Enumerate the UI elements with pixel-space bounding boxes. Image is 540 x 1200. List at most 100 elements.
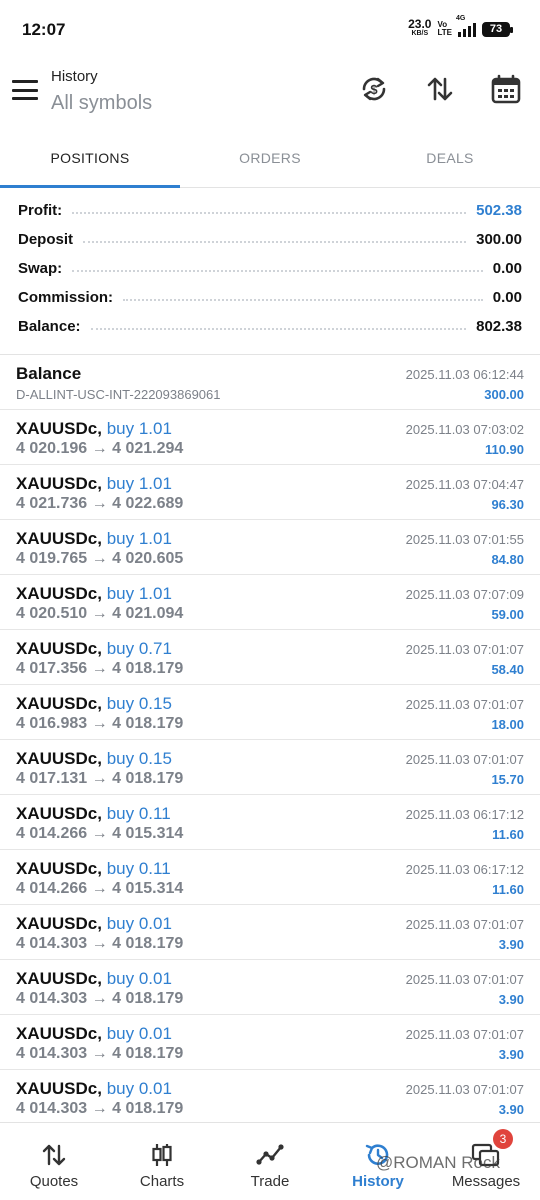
arrow-icon: → — [91, 550, 108, 567]
arrow-icon: → — [91, 605, 108, 622]
trade-side-volume: buy 0.01 — [106, 1024, 172, 1043]
position-row[interactable]: XAUUSDc, buy 0.15 4 016.983 → 4 018.179 20… — [0, 685, 540, 740]
close-price: 4 018.179 — [112, 935, 184, 952]
row-profit: 15.70 — [491, 772, 524, 787]
open-price: 4 021.736 — [16, 495, 88, 512]
trade-side-volume: buy 0.15 — [106, 749, 172, 768]
trade-side-volume: buy 1.01 — [106, 529, 172, 548]
close-price: 4 022.689 — [112, 495, 184, 512]
trade-side-volume: buy 1.01 — [106, 584, 172, 603]
summary-panel: Profit: 502.38 Deposit 300.00 Swap: 0.00… — [18, 196, 522, 341]
sort-icon[interactable] — [423, 72, 457, 106]
row-symbol: XAUUSDc, buy 0.01 — [16, 914, 172, 934]
close-price: 4 021.294 — [112, 440, 184, 457]
position-row[interactable]: XAUUSDc, buy 1.01 4 021.736 → 4 022.689 20… — [0, 465, 540, 520]
position-row[interactable]: XAUUSDc, buy 0.01 4 014.303 → 4 018.179 20… — [0, 1015, 540, 1070]
nav-quotes[interactable]: Quotes — [0, 1123, 108, 1200]
hamburger-menu-icon[interactable] — [12, 78, 38, 102]
nav-label: Messages — [451, 1173, 521, 1190]
summary-label: Balance: — [18, 318, 81, 335]
tab-positions[interactable]: POSITIONS — [0, 134, 180, 188]
network-speed-value: 23.0 — [408, 17, 432, 31]
row-time: 2025.11.03 06:12:44 — [405, 367, 524, 382]
tab-orders[interactable]: ORDERS — [180, 134, 360, 187]
open-price: 4 014.303 — [16, 1100, 88, 1117]
position-row[interactable]: XAUUSDc, buy 1.01 4 020.510 → 4 021.094 20… — [0, 575, 540, 630]
symbol-name: XAUUSDc, — [16, 859, 102, 878]
nav-trade[interactable]: Trade — [216, 1123, 324, 1200]
summary-value: 802.38 — [476, 318, 522, 335]
symbol-name: XAUUSDc, — [16, 639, 102, 658]
row-symbol: XAUUSDc, buy 0.15 — [16, 694, 172, 714]
row-time: 2025.11.03 07:01:07 — [405, 917, 524, 932]
summary-row-swap: Swap: 0.00 — [18, 254, 522, 283]
nav-label: Quotes — [29, 1173, 79, 1190]
position-rows: XAUUSDc, buy 1.01 4 020.196 → 4 021.294 20… — [0, 410, 540, 1125]
symbol-filter[interactable]: All symbols — [51, 92, 152, 115]
battery-icon: 73 — [482, 21, 513, 37]
tab-deals[interactable]: DEALS — [360, 134, 540, 187]
row-prices: 4 016.983 → 4 018.179 — [16, 715, 183, 733]
row-symbol: XAUUSDc, buy 0.01 — [16, 969, 172, 989]
row-symbol: XAUUSDc, buy 0.01 — [16, 1024, 172, 1044]
position-row[interactable]: XAUUSDc, buy 0.01 4 014.303 → 4 018.179 20… — [0, 1070, 540, 1125]
summary-row-profit: Profit: 502.38 — [18, 196, 522, 225]
summary-label: Commission: — [18, 289, 114, 306]
row-time: 2025.11.03 07:01:07 — [405, 752, 524, 767]
row-time: 2025.11.03 07:01:07 — [405, 972, 524, 987]
trade-side-volume: buy 1.01 — [106, 474, 172, 493]
symbol-name: XAUUSDc, — [16, 914, 102, 933]
open-price: 4 020.196 — [16, 440, 88, 457]
trade-side-volume: buy 0.15 — [106, 694, 172, 713]
open-price: 4 014.303 — [16, 990, 88, 1007]
row-prices: 4 017.131 → 4 018.179 — [16, 770, 183, 788]
arrow-icon: → — [91, 880, 108, 897]
position-row[interactable]: XAUUSDc, buy 0.11 4 014.266 → 4 015.314 20… — [0, 850, 540, 905]
row-profit: 18.00 — [491, 717, 524, 732]
leader-dots — [123, 298, 483, 301]
position-row[interactable]: XAUUSDc, buy 1.01 4 019.765 → 4 020.605 20… — [0, 520, 540, 575]
balance-row[interactable]: Balance D-ALLINT-USC-INT-222093869061 20… — [0, 355, 540, 410]
row-prices: 4 017.356 → 4 018.179 — [16, 660, 183, 678]
symbol-name: XAUUSDc, — [16, 1079, 102, 1098]
symbol-name: XAUUSDc, — [16, 529, 102, 548]
trade-line-icon — [256, 1141, 284, 1169]
arrow-icon: → — [91, 770, 108, 787]
position-row[interactable]: XAUUSDc, buy 0.15 4 017.131 → 4 018.179 20… — [0, 740, 540, 795]
position-row[interactable]: XAUUSDc, buy 0.11 4 014.266 → 4 015.314 20… — [0, 795, 540, 850]
row-time: 2025.11.03 07:04:47 — [405, 477, 524, 492]
status-time: 12:07 — [22, 20, 66, 39]
open-price: 4 020.510 — [16, 605, 88, 622]
trade-side-volume: buy 0.11 — [106, 859, 171, 878]
row-symbol: XAUUSDc, buy 1.01 — [16, 419, 172, 439]
position-row[interactable]: XAUUSDc, buy 0.71 4 017.356 → 4 018.179 20… — [0, 630, 540, 685]
svg-text:$: $ — [370, 82, 378, 97]
position-row[interactable]: XAUUSDc, buy 0.01 4 014.303 → 4 018.179 20… — [0, 905, 540, 960]
balance-title: Balance — [16, 364, 82, 383]
position-row[interactable]: XAUUSDc, buy 1.01 4 020.196 → 4 021.294 20… — [0, 410, 540, 465]
row-prices: 4 019.765 → 4 020.605 — [16, 550, 183, 568]
arrow-icon: → — [91, 935, 108, 952]
close-price: 4 018.179 — [112, 660, 184, 677]
row-time: 2025.11.03 07:01:07 — [405, 1082, 524, 1097]
open-price: 4 017.356 — [16, 660, 88, 677]
open-price: 4 016.983 — [16, 715, 88, 732]
leader-dots — [72, 211, 467, 214]
row-prices: 4 014.303 → 4 018.179 — [16, 935, 183, 953]
row-profit: 11.60 — [492, 827, 524, 842]
currency-refresh-icon[interactable]: $ — [357, 72, 391, 106]
position-row[interactable]: XAUUSDc, buy 0.01 4 014.303 → 4 018.179 20… — [0, 960, 540, 1015]
symbol-name: XAUUSDc, — [16, 749, 102, 768]
arrow-icon: → — [91, 990, 108, 1007]
volte-bottom: LTE — [437, 28, 452, 37]
row-prices: 4 014.303 → 4 018.179 — [16, 1100, 183, 1118]
trade-side-volume: buy 0.01 — [106, 1079, 172, 1098]
calendar-icon[interactable] — [489, 72, 523, 106]
open-price: 4 014.303 — [16, 935, 88, 952]
arrow-icon: → — [91, 440, 108, 457]
row-time: 2025.11.03 07:01:07 — [405, 1027, 524, 1042]
summary-row-deposit: Deposit 300.00 — [18, 225, 522, 254]
row-profit: 110.90 — [484, 442, 524, 457]
close-price: 4 015.314 — [112, 880, 184, 897]
nav-charts[interactable]: Charts — [108, 1123, 216, 1200]
